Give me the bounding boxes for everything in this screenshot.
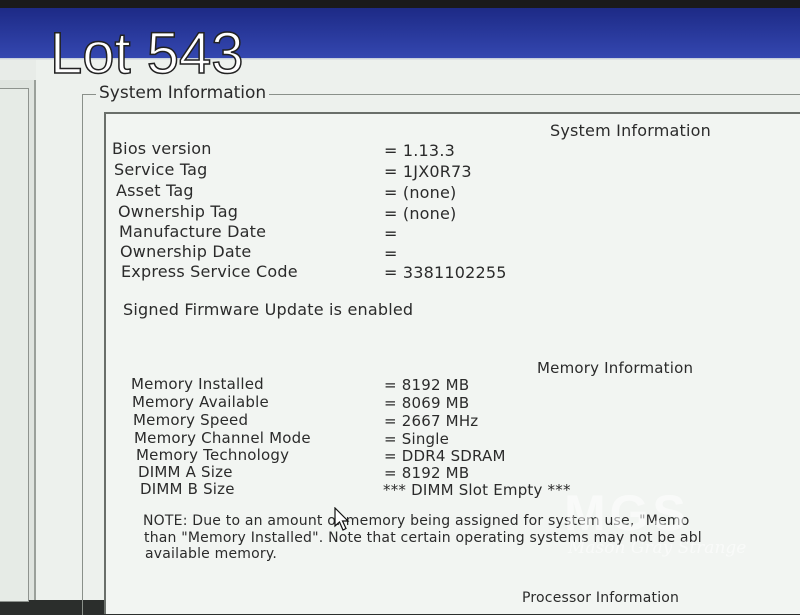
navigation-tree[interactable] <box>0 88 29 602</box>
system-info-heading: System Information <box>550 121 711 140</box>
dimm-a-size-value: = 8192 MB <box>384 464 470 482</box>
memory-speed-label: Memory Speed <box>133 411 249 429</box>
asset-tag-value: = (none) <box>384 183 457 202</box>
processor-info-heading: Processor Information <box>522 590 680 606</box>
memory-technology-label: Memory Technology <box>136 446 290 464</box>
memory-speed-value: = 2667 MHz <box>384 412 479 430</box>
group-title: System Information <box>96 83 270 103</box>
ownership-date-value: = <box>384 244 398 263</box>
ownership-date-label: Ownership Date <box>120 242 252 261</box>
dimm-a-size-label: DIMM A Size <box>138 463 233 481</box>
manufacture-date-value: = <box>384 224 398 243</box>
asset-tag-label: Asset Tag <box>116 181 194 200</box>
memory-available-value: = 8069 MB <box>384 394 470 412</box>
watermark-name: Mason Gray Strange <box>568 538 747 558</box>
mouse-cursor-icon <box>334 507 350 531</box>
memory-technology-value: = DDR4 SDRAM <box>384 447 506 465</box>
ownership-tag-value: = (none) <box>384 204 457 223</box>
service-tag-value: = 1JX0R73 <box>384 162 472 181</box>
memory-installed-label: Memory Installed <box>131 375 264 393</box>
bios-version-value: = 1.13.3 <box>384 141 455 160</box>
express-service-code-label: Express Service Code <box>121 262 298 281</box>
firmware-update-status: Signed Firmware Update is enabled <box>123 300 414 319</box>
memory-channel-mode-value: = Single <box>384 430 450 448</box>
dimm-b-size-value: *** DIMM Slot Empty *** <box>383 481 571 499</box>
ownership-tag-label: Ownership Tag <box>118 202 239 221</box>
memory-installed-value: = 8192 MB <box>384 376 470 394</box>
watermark: MGS Mason Gray Strange <box>560 488 760 568</box>
memory-available-label: Memory Available <box>132 393 269 411</box>
memory-channel-mode-label: Memory Channel Mode <box>134 429 311 447</box>
svg-text:MGS: MGS <box>564 488 690 536</box>
express-service-code-value: = 3381102255 <box>384 263 507 282</box>
memory-info-heading: Memory Information <box>537 359 694 377</box>
lot-label: Lot 543 <box>49 21 244 86</box>
memory-note-line-3: available memory. <box>145 546 277 562</box>
service-tag-label: Service Tag <box>114 160 208 179</box>
mgs-logo-icon: MGS <box>564 488 690 536</box>
bios-version-label: Bios version <box>112 139 212 158</box>
dimm-b-size-label: DIMM B Size <box>140 480 235 498</box>
manufacture-date-label: Manufacture Date <box>119 222 267 241</box>
